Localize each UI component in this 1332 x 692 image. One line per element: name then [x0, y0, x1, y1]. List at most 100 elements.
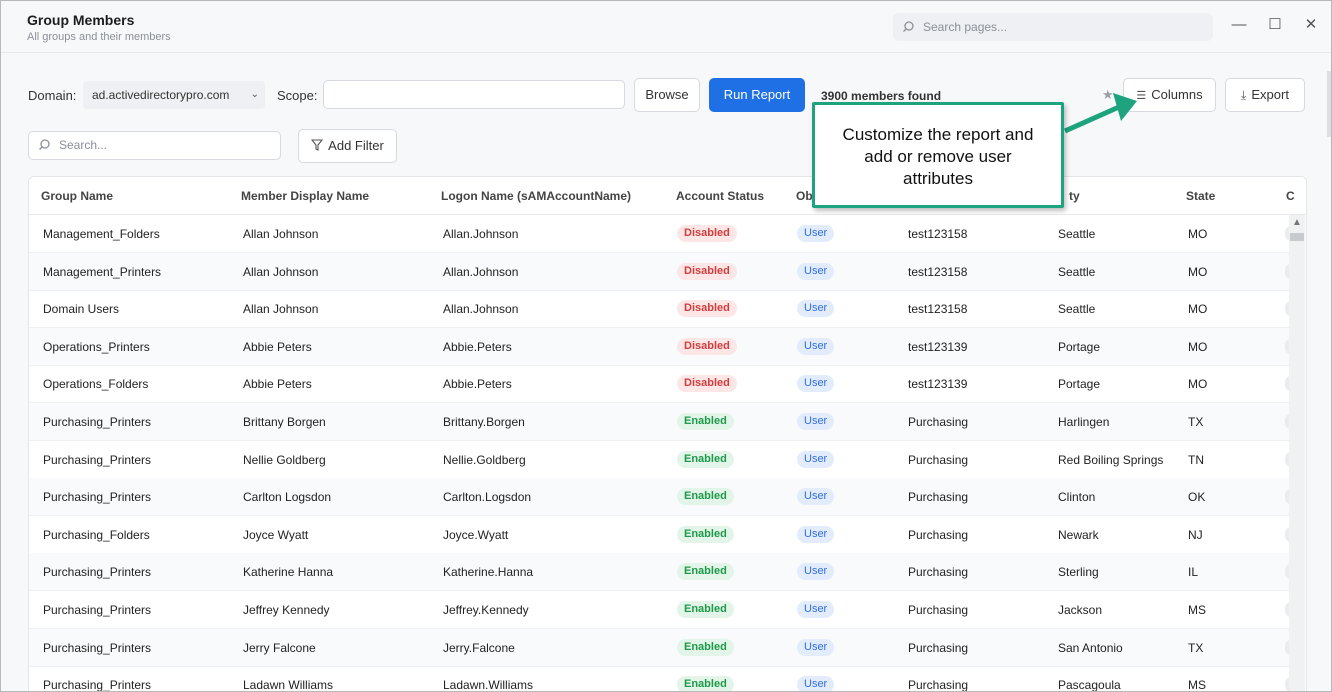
close-button[interactable]: ✕	[1301, 15, 1321, 35]
callout-line-2: add or remove user	[864, 147, 1012, 166]
object-type-badge: User	[797, 638, 835, 656]
cell-city: Seattle	[1058, 302, 1096, 317]
table-search-input[interactable]: Search...	[28, 131, 281, 160]
cell-department: Purchasing	[908, 603, 969, 617]
column-header-object-type[interactable]: Ob	[796, 189, 813, 203]
scrollbar-thumb[interactable]	[1290, 233, 1304, 241]
status-badge: Enabled	[677, 413, 734, 430]
cell-group-name: Purchasing_Printers	[43, 678, 152, 692]
cell-state: MO	[1188, 264, 1208, 279]
cell-state: OK	[1188, 490, 1206, 505]
cell-department: Purchasing	[908, 527, 969, 542]
add-filter-button[interactable]: Add Filter	[298, 129, 397, 163]
app-window: Group Members All groups and their membe…	[0, 0, 1332, 692]
callout-annotation: Customize the report and add or remove u…	[812, 102, 1064, 208]
column-header-display-name[interactable]: Member Display Name	[241, 189, 369, 203]
cell-department: Purchasing	[908, 565, 969, 580]
table-row[interactable]: Purchasing_Printers Brittany Borgen Britta…	[29, 403, 1295, 441]
table-row[interactable]: Management_Folders Allan Johnson Allan.Joh…	[29, 215, 1295, 253]
status-badge: Enabled	[677, 488, 734, 506]
window-edge-scroll	[1327, 71, 1331, 137]
cell-logon-name: Allan.Johnson	[443, 264, 519, 279]
table-row[interactable]: Purchasing_Printers Carlton Logsdon Carlto…	[29, 478, 1295, 517]
object-type-badge: User	[797, 375, 835, 393]
cell-department: test123158	[908, 264, 968, 279]
cell-department: Purchasing	[908, 452, 969, 467]
table-search-placeholder: Search...	[59, 138, 108, 152]
page-subtitle: All groups and their members	[27, 31, 171, 43]
cell-logon-name: Nellie.Goldberg	[443, 452, 526, 467]
export-button[interactable]: ⤓ Export	[1225, 78, 1305, 112]
cell-state: MO	[1188, 302, 1208, 317]
minimize-button[interactable]: —	[1229, 15, 1249, 35]
search-icon	[39, 132, 51, 169]
cell-department: test123158	[908, 227, 968, 241]
column-header-city[interactable]: ty	[1069, 189, 1080, 203]
cell-logon-name: Abbie.Peters	[443, 377, 512, 392]
table-row[interactable]: Domain Users Allan Johnson Allan.Johnson Di…	[29, 290, 1295, 329]
cell-group-name: Operations_Folders	[43, 377, 149, 392]
status-badge: Enabled	[677, 450, 734, 468]
column-header-group-name[interactable]: Group Name	[41, 189, 113, 203]
cell-department: test123139	[908, 339, 968, 354]
cell-group-name: Purchasing_Printers	[43, 452, 152, 467]
object-type-badge: User	[797, 300, 835, 318]
cell-logon-name: Carlton.Logsdon	[443, 490, 532, 505]
search-pages-input[interactable]: Search pages...	[893, 13, 1213, 41]
cell-logon-name: Allan.Johnson	[443, 227, 519, 241]
cell-city: Harlingen	[1058, 415, 1110, 429]
table-row[interactable]: Management_Printers Allan Johnson Allan.Jo…	[29, 252, 1295, 291]
object-type-badge: User	[797, 337, 835, 355]
object-type-badge: User	[797, 563, 835, 581]
run-report-button[interactable]: Run Report	[709, 78, 805, 112]
cell-department: test123158	[908, 302, 968, 317]
table-row[interactable]: Operations_Folders Abbie Peters Abbie.Pete…	[29, 365, 1295, 404]
status-badge: Enabled	[677, 525, 734, 543]
cell-city: San Antonio	[1058, 640, 1123, 655]
export-label: Export	[1251, 87, 1289, 102]
cell-display-name: Brittany Borgen	[243, 415, 326, 429]
column-header-next[interactable]: C	[1286, 189, 1295, 203]
table-row[interactable]: Operations_Printers Abbie Peters Abbie.Pet…	[29, 327, 1295, 366]
status-badge: Enabled	[677, 676, 734, 691]
column-header-account-status[interactable]: Account Status	[676, 189, 764, 203]
table-row[interactable]: Purchasing_Printers Jerry Falcone Jerry.Fa…	[29, 628, 1295, 667]
members-found-count: 3900 members found	[821, 89, 942, 103]
table-row[interactable]: Purchasing_Folders Joyce Wyatt Joyce.Wyatt…	[29, 516, 1295, 554]
scope-input[interactable]	[323, 80, 625, 109]
filter-icon	[311, 131, 324, 163]
column-header-logon-name[interactable]: Logon Name (sAMAccountName)	[441, 189, 631, 203]
object-type-badge: User	[797, 676, 835, 691]
cell-group-name: Purchasing_Printers	[43, 640, 152, 655]
callout-arrow-icon	[1063, 93, 1137, 134]
cell-state: MS	[1188, 678, 1206, 692]
cell-city: Newark	[1058, 527, 1099, 542]
cell-group-name: Purchasing_Printers	[43, 565, 152, 580]
table-row[interactable]: Purchasing_Printers Ladawn Williams Ladawn…	[29, 666, 1295, 692]
cell-group-name: Purchasing_Folders	[43, 527, 150, 542]
page-title: Group Members	[27, 12, 135, 28]
object-type-badge: User	[797, 225, 835, 242]
object-type-badge: User	[797, 262, 835, 280]
browse-button[interactable]: Browse	[634, 78, 700, 112]
status-badge: Enabled	[677, 563, 734, 581]
chevron-down-icon: ⌄	[250, 89, 259, 100]
cell-department: Purchasing	[908, 678, 969, 692]
table-row[interactable]: Purchasing_Printers Nellie Goldberg Nellie…	[29, 441, 1295, 479]
status-badge: Disabled	[677, 300, 737, 318]
table-scrollbar[interactable]: ▲	[1289, 215, 1305, 691]
download-icon: ⤓	[1241, 88, 1247, 102]
cell-display-name: Allan Johnson	[243, 227, 319, 241]
table-row[interactable]: Purchasing_Printers Katherine Hanna Kather…	[29, 553, 1295, 592]
scroll-up-icon[interactable]: ▲	[1292, 217, 1302, 228]
callout-line-3: attributes	[903, 169, 973, 188]
cell-group-name: Purchasing_Printers	[43, 490, 152, 505]
column-header-state[interactable]: State	[1186, 189, 1215, 203]
cell-group-name: Operations_Printers	[43, 339, 150, 354]
table-header: Group Name Member Display Name Logon Nam…	[29, 177, 1306, 215]
domain-select[interactable]: ad.activedirectorypro.com ⌄	[83, 81, 265, 109]
maximize-button[interactable]: ☐	[1265, 15, 1285, 35]
table-row[interactable]: Purchasing_Printers Jeffrey Kennedy Jeffre…	[29, 591, 1295, 629]
cell-logon-name: Katherine.Hanna	[443, 565, 534, 580]
search-pages-placeholder: Search pages...	[923, 20, 1008, 34]
